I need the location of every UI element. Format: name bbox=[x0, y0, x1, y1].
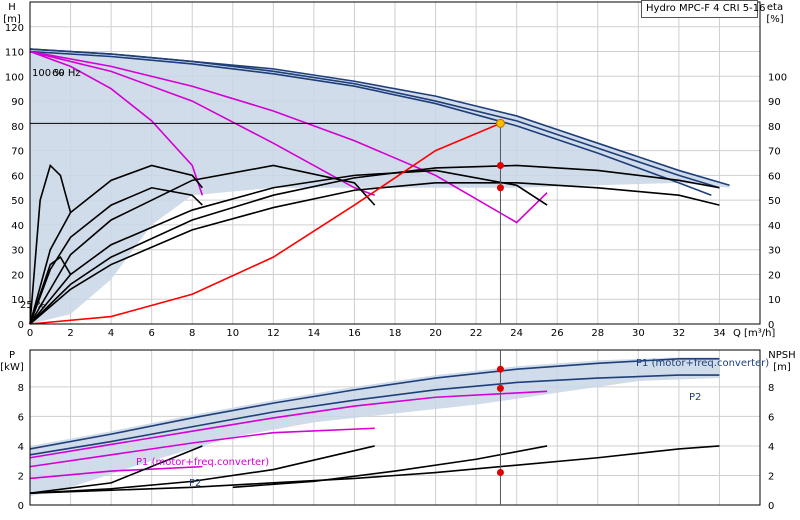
pump-curve-chart: 0 2 4 6 8 10 12 14 16 18 20 22 24 26 28 30 32 34010203040… bbox=[0, 0, 800, 520]
npsh-tick-label: 0 bbox=[768, 501, 774, 512]
power-axis-label: P bbox=[9, 350, 15, 361]
x-tick-label: 22 bbox=[470, 328, 483, 339]
power-duty-point bbox=[496, 469, 504, 477]
y2-tick-label: 80 bbox=[768, 122, 781, 133]
power-y-tick-label: 4 bbox=[18, 442, 24, 453]
power-duty-point bbox=[496, 365, 504, 373]
y-axis-label: H bbox=[8, 2, 16, 13]
x-tick-label: 4 bbox=[108, 328, 114, 339]
y-tick-label: 80 bbox=[11, 122, 24, 133]
intersection-point bbox=[496, 184, 504, 192]
y-tick-label: 40 bbox=[11, 221, 24, 232]
y2-tick-label: 90 bbox=[768, 97, 781, 108]
y-tick-label: 100 bbox=[5, 72, 24, 83]
y-tick-label: 30 bbox=[11, 246, 24, 257]
x-tick-label: 34 bbox=[713, 328, 726, 339]
y2-tick-label: 20 bbox=[768, 270, 781, 281]
power-y-tick-label: 2 bbox=[18, 471, 24, 482]
x-tick-label: 8 bbox=[189, 328, 195, 339]
y2-tick-label: 40 bbox=[768, 221, 781, 232]
x-tick-label: 20 bbox=[429, 328, 442, 339]
x-tick-label: 14 bbox=[308, 328, 321, 339]
npsh-tick-label: 4 bbox=[768, 442, 774, 453]
npsh-tick-label: 2 bbox=[768, 471, 774, 482]
chart-title: Hydro MPC-F 4 CRI 5-16 bbox=[641, 0, 765, 18]
power-duty-point bbox=[496, 384, 504, 392]
x-tick-label: 2 bbox=[67, 328, 73, 339]
x-tick-label: 18 bbox=[389, 328, 402, 339]
power-curve-label: P2 bbox=[189, 478, 201, 489]
x-tick-label: 0 bbox=[27, 328, 33, 339]
y2-tick-label: 100 bbox=[768, 72, 787, 83]
x-tick-label: 32 bbox=[673, 328, 686, 339]
power-curve-label: P1 (motor+freq.converter) bbox=[636, 358, 769, 369]
x-tick-label: 16 bbox=[348, 328, 361, 339]
y-tick-label: 90 bbox=[11, 97, 24, 108]
npsh-tick-label: 6 bbox=[768, 412, 774, 423]
x-tick-label: 6 bbox=[148, 328, 154, 339]
power-curve-label: P1 (motor+freq.converter) bbox=[136, 457, 269, 468]
x-tick-label: 28 bbox=[591, 328, 604, 339]
y-tick-label: 0 bbox=[18, 320, 24, 331]
npsh-axis-label: NPSH bbox=[768, 350, 795, 361]
power-y-tick-label: 0 bbox=[18, 501, 24, 512]
y2-tick-label: 50 bbox=[768, 196, 781, 207]
y-tick-label: 110 bbox=[5, 48, 24, 59]
y-tick-label: 70 bbox=[11, 147, 24, 158]
y-tick-label: 60 bbox=[11, 171, 24, 182]
npsh-axis-unit: [m] bbox=[773, 362, 791, 373]
x-tick-label: 10 bbox=[226, 328, 239, 339]
duty-point bbox=[495, 118, 505, 128]
y-tick-label: 20 bbox=[11, 270, 24, 281]
power-y-tick-label: 8 bbox=[18, 383, 24, 394]
intersection-point bbox=[496, 161, 504, 169]
power-y-tick-label: 6 bbox=[18, 412, 24, 423]
x-tick-label: 26 bbox=[551, 328, 564, 339]
y2-axis-label: eta bbox=[767, 2, 783, 13]
y-axis-unit: [m] bbox=[3, 14, 21, 25]
x-tick-label: 12 bbox=[267, 328, 280, 339]
y2-axis-unit: [%] bbox=[766, 14, 783, 25]
y-tick-label: 50 bbox=[11, 196, 24, 207]
power-axis-unit: [kW] bbox=[0, 362, 24, 373]
x-axis-label: Q [m³/h] bbox=[733, 328, 775, 339]
x-tick-label: 24 bbox=[510, 328, 523, 339]
y2-tick-label: 30 bbox=[768, 246, 781, 257]
annotation-60hz: 60 Hz bbox=[52, 68, 81, 79]
y2-tick-label: 70 bbox=[768, 147, 781, 158]
y2-tick-label: 60 bbox=[768, 171, 781, 182]
npsh-tick-label: 8 bbox=[768, 383, 774, 394]
power-curve-label: P2 bbox=[689, 392, 701, 403]
y2-tick-label: 10 bbox=[768, 295, 781, 306]
annotation-25pct: 25 % bbox=[20, 300, 45, 311]
x-tick-label: 30 bbox=[632, 328, 645, 339]
